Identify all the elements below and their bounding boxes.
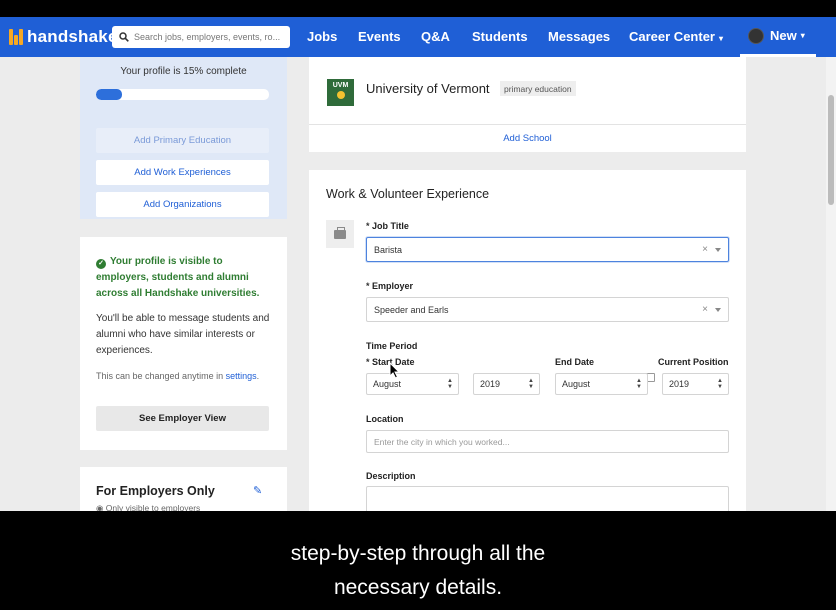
visibility-headline-text: Your profile is visible to employers, st… <box>96 256 260 299</box>
search-placeholder: Search jobs, employers, events, ro... <box>134 32 281 42</box>
employer-value: Speeder and Earls <box>374 304 449 315</box>
end-year-value: 2019 <box>669 379 690 389</box>
visibility-note-prefix: This can be changed anytime in <box>96 371 224 381</box>
chevron-down-icon: ▾ <box>719 34 724 43</box>
education-card: UVM University of Vermont primary educat… <box>309 57 746 152</box>
spinner-icon: ▲ ▼ <box>636 378 642 390</box>
chevron-down-icon[interactable] <box>715 248 721 252</box>
nav-career-center[interactable]: Career Center ▾ <box>629 29 723 44</box>
profile-progress-card: Your profile is 15% complete Add Primary… <box>80 57 287 219</box>
end-month-select[interactable]: August ▲ ▼ <box>555 373 648 395</box>
visibility-headline: ✓ Your profile is visible to employers, s… <box>96 254 276 302</box>
primary-education-badge: primary education <box>500 81 576 96</box>
start-month-value: August <box>373 379 402 389</box>
job-title-label: * Job Title <box>366 221 409 231</box>
spinner-icon: ▲ ▼ <box>717 378 723 390</box>
visibility-note: This can be changed anytime in settings. <box>96 371 276 381</box>
employer-input[interactable]: Speeder and Earls × <box>366 297 729 322</box>
school-logo-leaf-icon <box>336 91 345 99</box>
description-label: Description <box>366 471 416 481</box>
spinner-icon: ▲ ▼ <box>447 378 453 390</box>
pencil-icon[interactable]: ✎ <box>253 484 262 497</box>
search-input[interactable]: Search jobs, employers, events, ro... <box>112 26 290 48</box>
spinner-icon: ▲ ▼ <box>528 378 534 390</box>
avatar <box>748 27 764 44</box>
location-placeholder: Enter the city in which you worked... <box>374 436 510 447</box>
profile-progress-bar <box>96 89 269 100</box>
start-year-select[interactable]: 2019 ▲ ▼ <box>473 373 540 395</box>
profile-progress-title: Your profile is 15% complete <box>120 66 247 77</box>
nav-events[interactable]: Events <box>358 29 401 44</box>
search-icon <box>119 32 129 42</box>
employers-only-title: For Employers Only <box>96 484 215 498</box>
add-work-experiences-button[interactable]: Add Work Experiences <box>96 160 269 185</box>
start-month-select[interactable]: August ▲ ▼ <box>366 373 459 395</box>
start-year-value: 2019 <box>480 379 501 389</box>
end-month-value: August <box>562 379 591 389</box>
profile-progress-fill <box>96 89 122 100</box>
scrollbar-thumb[interactable] <box>828 95 834 205</box>
location-input[interactable]: Enter the city in which you worked... <box>366 430 729 453</box>
settings-link[interactable]: settings <box>226 371 257 381</box>
caption-line-2: necessary details. <box>333 576 503 599</box>
nav-career-center-label: Career Center <box>629 29 715 44</box>
visibility-body: You'll be able to message students and a… <box>96 313 270 356</box>
school-logo-text: UVM <box>332 82 349 89</box>
school-logo: UVM <box>327 79 354 106</box>
handshake-logo[interactable]: handshake <box>9 27 118 47</box>
job-title-input[interactable]: Barista × <box>366 237 729 262</box>
add-school-link[interactable]: Add School <box>309 133 746 144</box>
end-date-label: End Date <box>555 357 595 367</box>
divider <box>309 124 746 125</box>
description-textarea[interactable] <box>366 486 729 511</box>
location-label: Location <box>366 414 404 424</box>
nav-jobs[interactable]: Jobs <box>307 29 337 44</box>
add-organizations-button[interactable]: Add Organizations <box>96 192 269 217</box>
app-frame: handshake Search jobs, employers, events… <box>0 17 836 511</box>
top-nav: handshake Search jobs, employers, events… <box>0 17 836 57</box>
employers-only-card: For Employers Only ✎ ◉ Only visible to e… <box>80 467 287 511</box>
briefcase-icon <box>326 220 354 248</box>
eye-icon: ◉ <box>96 503 104 511</box>
current-position-label: Current Position <box>658 357 729 367</box>
school-name[interactable]: University of Vermont <box>366 81 490 96</box>
profile-visibility-card: ✓ Your profile is visible to employers, s… <box>80 237 287 450</box>
see-employer-view-button[interactable]: See Employer View <box>96 406 269 431</box>
chevron-down-icon[interactable] <box>715 308 721 312</box>
chevron-down-icon: ▾ <box>800 31 805 40</box>
employer-label: * Employer <box>366 281 414 291</box>
handshake-logo-icon <box>9 29 23 45</box>
employers-only-subtitle-text: Only visible to employers <box>105 503 201 511</box>
check-circle-icon: ✓ <box>96 259 106 269</box>
work-experience-title: Work & Volunteer Experience <box>326 187 490 201</box>
end-year-select[interactable]: 2019 ▲ ▼ <box>662 373 729 395</box>
clear-icon[interactable]: × <box>702 304 708 315</box>
nav-students[interactable]: Students <box>472 29 528 44</box>
job-title-value: Barista <box>374 244 403 255</box>
logo-text: handshake <box>27 27 118 46</box>
nav-messages[interactable]: Messages <box>548 29 610 44</box>
visibility-note-suffix: . <box>256 371 260 381</box>
nav-qa[interactable]: Q&A <box>421 29 450 44</box>
employers-only-subtitle: ◉ Only visible to employers <box>96 503 200 511</box>
add-primary-education-button[interactable]: Add Primary Education <box>96 128 269 153</box>
caption-line-1: step-by-step through all the <box>290 542 546 565</box>
clear-icon[interactable]: × <box>702 244 708 255</box>
work-experience-card: Work & Volunteer Experience * Job Title … <box>309 170 746 511</box>
nav-new-menu[interactable]: New ▾ <box>740 17 816 57</box>
nav-new-label: New <box>770 28 797 43</box>
mouse-cursor-icon <box>389 362 400 379</box>
time-period-label: Time Period <box>366 341 418 351</box>
